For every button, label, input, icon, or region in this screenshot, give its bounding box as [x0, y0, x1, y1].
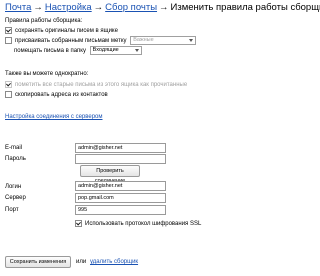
- server-label: Сервер: [5, 195, 26, 201]
- email-field[interactable]: admin@gisher.net: [75, 143, 166, 153]
- copy-contacts-label: скопировать адреса из контактов: [15, 92, 108, 99]
- put-in-folder-label: помещать письма в папку: [14, 48, 86, 55]
- server-field[interactable]: pop.gmail.com: [75, 193, 166, 203]
- rules-heading: Правила работы сборщика:: [5, 18, 83, 24]
- ssl-row: Использовать протокол шифрования SSL: [75, 220, 201, 227]
- ssl-checkbox[interactable]: [75, 220, 82, 227]
- mark-read-row: пометить все старые письма из этого ящик…: [5, 81, 187, 88]
- page-title: Изменить правила работы сборщика: [170, 2, 320, 13]
- assign-label-checkbox[interactable]: [5, 37, 12, 44]
- connection-settings-link[interactable]: Настройка соединения с сервером: [5, 114, 103, 120]
- breadcrumb-separator: →: [33, 2, 43, 13]
- save-button[interactable]: Сохранить изменения: [5, 256, 71, 268]
- login-field[interactable]: admin@gisher.net: [75, 181, 166, 191]
- port-label: Порт: [5, 207, 19, 213]
- folder-select[interactable]: Входящие: [89, 46, 142, 55]
- folder-select-value: Входящие: [92, 47, 119, 53]
- breadcrumb-separator: →: [93, 2, 104, 13]
- breadcrumb: Почта → Настройка → Сбор почты → Изменить прав…: [5, 2, 320, 13]
- label-select[interactable]: Важные: [130, 36, 197, 45]
- check-connection-button[interactable]: Проверить соединение: [80, 165, 140, 184]
- breadcrumb-separator: →: [159, 2, 169, 13]
- copy-contacts-row: скопировать адреса из контактов: [5, 91, 108, 98]
- keep-originals-checkbox[interactable]: [5, 27, 12, 34]
- mark-read-checkbox[interactable]: [5, 81, 12, 88]
- assign-label-label: присваивать собранным письмам метку: [15, 38, 127, 45]
- label-select-value: Важные: [133, 37, 154, 43]
- keep-originals-row: сохранять оригиналы писем в ящике: [5, 27, 118, 34]
- password-field[interactable]: [75, 154, 166, 164]
- port-field[interactable]: 995: [75, 205, 166, 215]
- delete-collector-link[interactable]: удалить сборщик: [90, 259, 138, 265]
- footer-or-text: или: [76, 259, 87, 265]
- put-in-folder-row: помещать письма в папку Входящие: [14, 46, 142, 55]
- breadcrumb-collector-link[interactable]: Сбор почты: [105, 2, 157, 13]
- chevron-down-icon: [134, 49, 139, 52]
- password-label: Пароль: [5, 156, 26, 162]
- chevron-down-icon: [189, 39, 194, 42]
- copy-contacts-checkbox[interactable]: [5, 91, 12, 98]
- assign-label-row: присваивать собранным письмам метку Важн…: [5, 36, 197, 45]
- keep-originals-label: сохранять оригиналы писем в ящике: [15, 28, 118, 35]
- mark-read-label: пометить все старые письма из этого ящик…: [15, 82, 188, 89]
- breadcrumb-mail-link[interactable]: Почта: [5, 2, 31, 13]
- breadcrumb-settings-link[interactable]: Настройка: [45, 2, 92, 13]
- ssl-label: Использовать протокол шифрования SSL: [85, 221, 202, 228]
- also-heading: Также вы можете однократно:: [5, 71, 89, 77]
- email-label: E-mail: [5, 145, 23, 151]
- login-label: Логин: [5, 184, 22, 190]
